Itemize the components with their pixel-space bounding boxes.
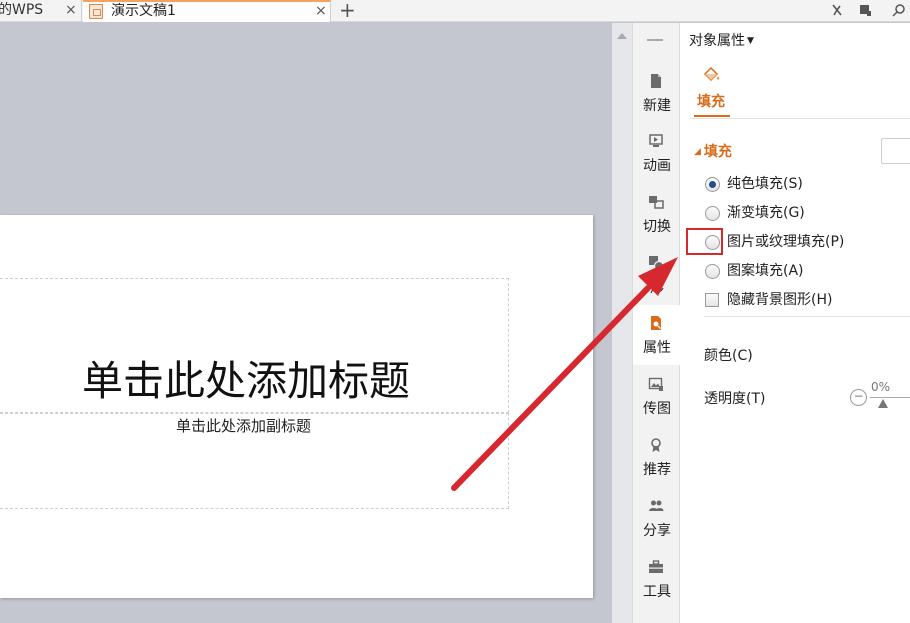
sidebar-item-tools[interactable]: 工具 <box>633 549 681 609</box>
animation-icon <box>649 134 663 147</box>
presentation-file-icon <box>89 4 103 19</box>
sidebar-item-label: 形 <box>650 280 664 296</box>
properties-icon <box>651 316 661 330</box>
grip-icon[interactable] <box>647 39 663 41</box>
sidebar-item-properties[interactable]: 属性 <box>633 305 681 365</box>
slide-canvas[interactable] <box>0 215 593 598</box>
sidebar-item-label: 推荐 <box>643 462 671 478</box>
new-tab-icon[interactable]: + <box>339 0 356 22</box>
sidebar-item-shape[interactable]: 形 <box>633 245 681 305</box>
task-pane-toolbar: 新建 动画 切换 形 属性 传图 推荐 分享 工具 <box>632 23 681 623</box>
shape-icon <box>649 256 664 271</box>
sidebar-item-label: 新建 <box>643 98 671 114</box>
option-label: 纯色填充(S) <box>727 176 803 192</box>
chevron-down-icon: ▼ <box>747 36 754 46</box>
transparency-slider-thumb[interactable] <box>878 399 888 408</box>
decrease-transparency-button[interactable]: − <box>850 389 867 406</box>
divider <box>704 316 910 317</box>
badge-icon <box>651 438 661 452</box>
tab-bar: 的WPS × 演示文稿1 × + <box>0 0 910 22</box>
transition-icon <box>649 196 664 209</box>
tab-home-label: 的WPS <box>0 2 44 18</box>
close-icon[interactable]: × <box>315 1 327 21</box>
option-label: 渐变填充(G) <box>727 205 805 221</box>
share-icon[interactable] <box>858 3 872 17</box>
users-icon <box>649 500 664 511</box>
transparency-slider-track[interactable] <box>870 397 910 398</box>
search-icon[interactable] <box>892 3 906 17</box>
tab-document-label: 演示文稿1 <box>111 3 176 19</box>
paint-bucket-icon[interactable] <box>702 66 720 82</box>
checkbox-hide-background[interactable] <box>705 293 719 307</box>
sidebar-item-label: 属性 <box>643 340 671 356</box>
transparency-label: 透明度(T) <box>704 391 766 407</box>
toolbox-icon <box>649 560 663 573</box>
sidebar-item-label: 工具 <box>643 584 671 600</box>
divider <box>690 118 910 119</box>
radio-gradient-fill[interactable] <box>705 206 720 221</box>
skin-icon[interactable] <box>830 3 844 17</box>
subtitle-placeholder-text[interactable]: 单击此处添加副标题 <box>176 415 311 437</box>
option-label: 图案填充(A) <box>727 263 804 279</box>
color-label: 颜色(C) <box>704 348 753 364</box>
close-icon[interactable]: × <box>65 0 77 20</box>
pane-title: 对象属性 <box>689 33 745 49</box>
active-tab-indicator <box>694 115 730 117</box>
sidebar-item-label: 动画 <box>643 158 671 174</box>
radio-solid-fill[interactable] <box>705 177 720 192</box>
fill-preset-dropdown[interactable] <box>881 138 910 164</box>
vertical-scrollbar[interactable] <box>612 23 632 623</box>
sidebar-item-new[interactable]: 新建 <box>633 63 681 123</box>
title-placeholder-text[interactable]: 单击此处添加标题 <box>82 356 410 406</box>
tab-fill[interactable]: 填充 <box>697 93 725 111</box>
scroll-up-icon[interactable] <box>617 33 627 39</box>
tab-home[interactable]: 的WPS × <box>0 0 82 22</box>
sidebar-item-label: 切换 <box>643 219 671 235</box>
slide-workspace <box>0 23 612 623</box>
fill-section-title: 填充 <box>703 144 732 160</box>
sidebar-item-label: 分享 <box>643 523 671 539</box>
transparency-value: 0% <box>871 380 891 394</box>
sidebar-item-upload-image[interactable]: 传图 <box>633 366 681 426</box>
option-label: 图片或纹理填充(P) <box>727 234 845 250</box>
collapse-triangle-icon: ◢ <box>694 147 701 157</box>
radio-pattern-fill[interactable] <box>705 264 720 279</box>
sidebar-item-label: 传图 <box>643 401 671 417</box>
annotation-highlight-box <box>686 228 723 255</box>
image-icon <box>648 377 663 391</box>
object-properties-pane: 对象属性 ▼ 填充 ◢ 填充 纯色填充(S) 渐变填充(G) 图片或纹理填充(P) … <box>680 23 910 623</box>
tab-document[interactable]: 演示文稿1 × <box>83 0 331 22</box>
sidebar-item-recommend[interactable]: 推荐 <box>633 427 681 487</box>
pane-title-dropdown[interactable]: 对象属性 ▼ <box>689 32 754 50</box>
sidebar-item-share[interactable]: 分享 <box>633 488 681 548</box>
sidebar-item-animation[interactable]: 动画 <box>633 123 681 183</box>
sidebar-item-transition[interactable]: 切换 <box>633 184 681 244</box>
option-label: 隐藏背景图形(H) <box>727 292 833 308</box>
new-document-icon <box>651 74 661 88</box>
fill-section-header[interactable]: ◢ 填充 <box>694 143 732 161</box>
